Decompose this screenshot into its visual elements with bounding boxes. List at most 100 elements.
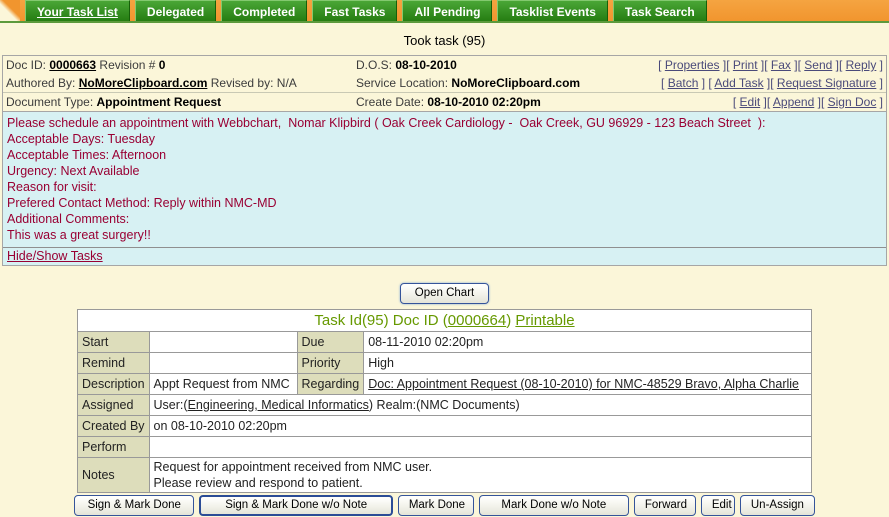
request-signature-link[interactable]: Request Signature bbox=[777, 76, 876, 90]
create-date-value: 08-10-2010 02:20pm bbox=[427, 95, 541, 109]
document-type-value: Appointment Request bbox=[96, 95, 222, 109]
perform-label: Perform bbox=[77, 436, 150, 458]
remind-value bbox=[148, 352, 298, 374]
task-detail-table: Task Id(95) Doc ID (0000664) Printable S… bbox=[77, 309, 813, 493]
tab-your-task-list[interactable]: Your Task List bbox=[25, 0, 130, 21]
task-tab-bar: Your Task List Delegated Completed Fast … bbox=[0, 0, 889, 23]
sign-doc-link[interactable]: Sign Doc bbox=[828, 95, 877, 109]
dos-group: D.O.S: 08-10-2010 bbox=[356, 56, 636, 74]
properties-link[interactable]: Properties bbox=[665, 58, 720, 72]
authored-by-link[interactable]: NoMoreClipboard.com bbox=[79, 76, 208, 90]
send-link[interactable]: Send bbox=[804, 58, 832, 72]
fax-link[interactable]: Fax bbox=[771, 58, 791, 72]
doc-id-group: Doc ID: 0000663 Revision # 0 bbox=[6, 56, 356, 74]
doc-id-link[interactable]: 0000663 bbox=[49, 58, 96, 72]
status-message: Took task (95) bbox=[403, 33, 486, 48]
regarding-doc-link[interactable]: Doc: Appointment Request (08-10-2010) fo… bbox=[368, 377, 799, 391]
edit-doc-link[interactable]: Edit bbox=[740, 95, 761, 109]
reply-link[interactable]: Reply bbox=[846, 58, 877, 72]
doc-actions-row-1: Properties Print Fax Send Reply bbox=[636, 56, 883, 74]
authored-group: Authored By: NoMoreClipboard.com Revised… bbox=[6, 74, 356, 92]
regarding-label: Regarding bbox=[296, 373, 365, 395]
task-title-close: ) bbox=[506, 312, 516, 329]
tab-tasklist-events[interactable]: Tasklist Events bbox=[497, 0, 608, 21]
due-value: 08-11-2010 02:20pm bbox=[363, 331, 812, 353]
notes-value: Request for appointment received from NM… bbox=[148, 457, 813, 493]
task-title-cell: Task Id(95) Doc ID (0000664) Printable bbox=[77, 309, 812, 332]
notes-label: Notes bbox=[77, 457, 150, 493]
printable-link[interactable]: Printable bbox=[515, 312, 574, 329]
priority-label: Priority bbox=[296, 352, 365, 374]
hide-show-tasks-link[interactable]: Hide/Show Tasks bbox=[7, 249, 103, 263]
open-chart-row: Open Chart bbox=[0, 283, 889, 304]
message-lines: Please schedule an appointment with Webb… bbox=[3, 112, 886, 247]
tab-label: Completed bbox=[233, 4, 296, 19]
revised-by-value: N/A bbox=[276, 76, 297, 90]
service-location-value: NoMoreClipboard.com bbox=[451, 76, 581, 90]
message-line: Reason for visit: bbox=[7, 180, 97, 194]
print-link[interactable]: Print bbox=[733, 58, 758, 72]
task-action-bar: Sign & Mark Done Sign & Mark Done w/o No… bbox=[74, 495, 815, 516]
tab-bar-corner-decoration bbox=[0, 0, 20, 21]
append-link[interactable]: Append bbox=[773, 95, 814, 109]
task-title-row: Task Id(95) Doc ID (0000664) Printable bbox=[77, 309, 812, 332]
message-line: Acceptable Days: Tuesday bbox=[7, 132, 155, 146]
assigned-suffix: ) Realm:(NMC Documents) bbox=[368, 398, 520, 412]
due-label: Due bbox=[296, 331, 365, 353]
message-line: This was a great surgery!! bbox=[7, 228, 151, 242]
tab-label: Delegated bbox=[146, 4, 205, 19]
hide-show-tasks-row: Hide/Show Tasks bbox=[3, 247, 886, 265]
assigned-label: Assigned bbox=[77, 394, 150, 416]
revised-by-label: Revised by: bbox=[210, 76, 274, 90]
tab-all-pending[interactable]: All Pending bbox=[402, 0, 493, 21]
tab-label: Tasklist Events bbox=[509, 4, 596, 19]
assigned-user-link[interactable]: Engineering, Medical Informatics bbox=[188, 398, 369, 412]
tab-fast-tasks[interactable]: Fast Tasks bbox=[312, 0, 398, 21]
message-line: Please schedule an appointment with Webb… bbox=[7, 116, 766, 130]
task-doc-id-link[interactable]: 0000664 bbox=[448, 312, 506, 329]
regarding-cell: Doc: Appointment Request (08-10-2010) fo… bbox=[363, 373, 812, 395]
doc-header-row-1: Doc ID: 0000663 Revision # 0 D.O.S: 08-1… bbox=[3, 56, 886, 74]
batch-link[interactable]: Batch bbox=[668, 76, 699, 90]
tab-completed[interactable]: Completed bbox=[221, 0, 308, 21]
doc-header-row-3: Document Type: Appointment Request Creat… bbox=[3, 92, 886, 111]
tab-label: Your Task List bbox=[37, 4, 118, 19]
task-id-text: Task Id(95) Doc ID ( bbox=[314, 312, 448, 329]
table-row: Created By on 08-10-2010 02:20pm bbox=[77, 415, 813, 437]
message-line: Prefered Contact Method: Reply within NM… bbox=[7, 196, 277, 210]
service-location-group: Service Location: NoMoreClipboard.com bbox=[356, 74, 636, 92]
message-line: Urgency: Next Available bbox=[7, 164, 140, 178]
sign-and-mark-done-wo-note-button[interactable]: Sign & Mark Done w/o Note bbox=[199, 495, 393, 516]
remind-label: Remind bbox=[77, 352, 150, 374]
tab-delegated[interactable]: Delegated bbox=[134, 0, 217, 21]
created-by-label: Created By bbox=[77, 415, 150, 437]
description-label: Description bbox=[77, 373, 150, 395]
table-row: Assigned User:(Engineering, Medical Info… bbox=[77, 394, 813, 416]
description-value: Appt Request from NMC bbox=[148, 373, 298, 395]
open-chart-button[interactable]: Open Chart bbox=[399, 283, 490, 304]
tab-label: All Pending bbox=[414, 4, 481, 19]
sign-and-mark-done-button[interactable]: Sign & Mark Done bbox=[74, 495, 195, 516]
document-type-label: Document Type: bbox=[6, 95, 94, 109]
edit-button[interactable]: Edit bbox=[700, 495, 735, 516]
document-type-group: Document Type: Appointment Request bbox=[6, 93, 356, 111]
create-date-group: Create Date: 08-10-2010 02:20pm bbox=[356, 93, 636, 111]
table-row: Remind Priority High bbox=[77, 352, 812, 374]
mark-done-button[interactable]: Mark Done bbox=[397, 495, 474, 516]
dos-label: D.O.S: bbox=[356, 58, 393, 72]
tab-task-search[interactable]: Task Search bbox=[612, 0, 707, 21]
mark-done-wo-note-button[interactable]: Mark Done w/o Note bbox=[478, 495, 629, 516]
un-assign-button[interactable]: Un-Assign bbox=[739, 495, 815, 516]
start-label: Start bbox=[77, 331, 150, 353]
add-task-link[interactable]: Add Task bbox=[714, 76, 763, 90]
table-row: Description Appt Request from NMC Regard… bbox=[77, 373, 812, 395]
message-line: Additional Comments: bbox=[7, 212, 130, 226]
assigned-value: User:(Engineering, Medical Informatics) … bbox=[148, 394, 813, 416]
revision-label: Revision # bbox=[99, 58, 156, 72]
authored-by-label: Authored By: bbox=[6, 76, 76, 90]
start-value bbox=[148, 331, 298, 353]
create-date-label: Create Date: bbox=[356, 95, 425, 109]
revision-value: 0 bbox=[158, 58, 166, 72]
doc-actions-row-2: Batch Add Task Request Signature bbox=[636, 74, 883, 92]
forward-button[interactable]: Forward bbox=[633, 495, 696, 516]
